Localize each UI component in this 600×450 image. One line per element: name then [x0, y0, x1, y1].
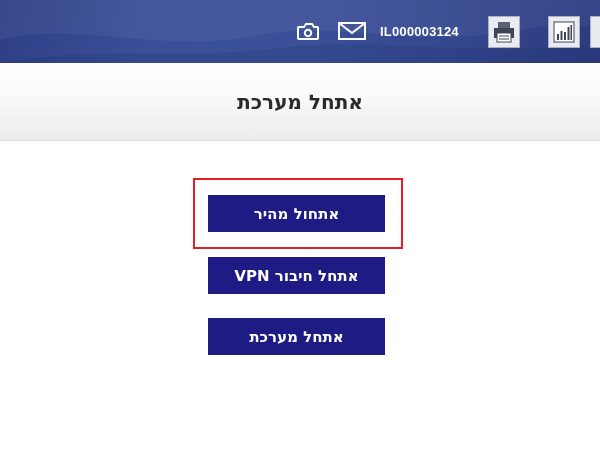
- top-bar: IL000003124: [0, 0, 600, 63]
- camera-icon[interactable]: [296, 21, 320, 41]
- mail-icon[interactable]: [337, 21, 367, 41]
- quick-restart-button[interactable]: אתחול מהיר: [208, 195, 385, 232]
- vpn-restart-button[interactable]: אתחל חיבור VPN: [208, 257, 385, 294]
- user-id-label: IL000003124: [380, 24, 459, 39]
- print-button[interactable]: [488, 16, 520, 48]
- more-tile[interactable]: [590, 16, 600, 48]
- bar-chart-icon: [553, 21, 575, 43]
- page-header: אתחל מערכת: [0, 63, 600, 141]
- system-restart-button[interactable]: אתחל מערכת: [208, 318, 385, 355]
- printer-icon: [494, 22, 514, 43]
- reports-button[interactable]: [548, 16, 580, 48]
- page-title: אתחל מערכת: [237, 90, 363, 114]
